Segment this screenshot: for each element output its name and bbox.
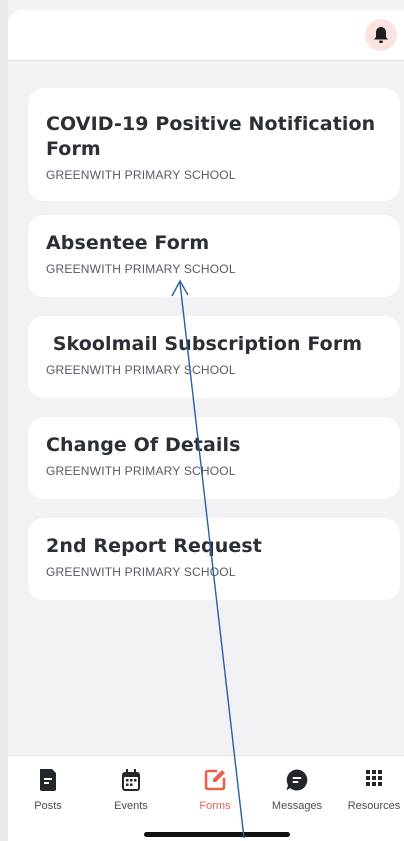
- form-title: Skoolmail Subscription Form: [46, 333, 363, 355]
- edit-form-icon: [204, 769, 226, 791]
- device-frame-edge: [0, 0, 8, 841]
- form-card[interactable]: COVID-19 Positive Notification Form GREE…: [28, 88, 400, 201]
- message-icon: [286, 769, 308, 791]
- tab-messages[interactable]: Messages: [257, 768, 337, 812]
- tab-label: Forms: [199, 800, 231, 812]
- tab-label: Events: [114, 800, 148, 812]
- form-card[interactable]: Absentee Form GREENWITH PRIMARY SCHOOL: [28, 215, 400, 297]
- form-card[interactable]: Change Of Details GREENWITH PRIMARY SCHO…: [28, 417, 400, 499]
- tab-label: Resources: [347, 800, 401, 812]
- form-school: GREENWITH PRIMARY SCHOOL: [46, 363, 236, 377]
- form-card[interactable]: Skoolmail Subscription Form GREENWITH PR…: [28, 316, 400, 398]
- top-header: [8, 10, 404, 61]
- tab-label: Messages: [271, 800, 323, 812]
- form-school: GREENWITH PRIMARY SCHOOL: [46, 565, 236, 579]
- form-title: Change Of Details: [46, 434, 241, 456]
- posts-icon: [40, 769, 56, 791]
- tab-forms[interactable]: Forms: [175, 768, 255, 812]
- app-screen: COVID-19 Positive Notification Form GREE…: [8, 10, 404, 841]
- tab-label: Posts: [34, 800, 62, 812]
- form-school: GREENWITH PRIMARY SCHOOL: [46, 168, 236, 182]
- notifications-button[interactable]: [365, 19, 397, 51]
- home-indicator: [144, 832, 290, 837]
- form-school: GREENWITH PRIMARY SCHOOL: [46, 262, 236, 276]
- form-title: Absentee Form: [46, 232, 210, 254]
- form-school: GREENWITH PRIMARY SCHOOL: [46, 464, 236, 478]
- form-title: 2nd Report Request: [46, 535, 262, 557]
- bell-icon: [374, 27, 388, 43]
- tab-resources[interactable]: Resources: [334, 768, 404, 812]
- tab-posts[interactable]: Posts: [8, 768, 88, 812]
- calendar-icon: [122, 769, 140, 791]
- grid-icon: [366, 770, 382, 786]
- tab-events[interactable]: Events: [91, 768, 171, 812]
- bottom-tab-bar: Posts Events Forms Messages Resources: [8, 755, 404, 841]
- form-title: COVID-19 Positive Notification Form: [46, 113, 376, 160]
- form-card[interactable]: 2nd Report Request GREENWITH PRIMARY SCH…: [28, 518, 400, 600]
